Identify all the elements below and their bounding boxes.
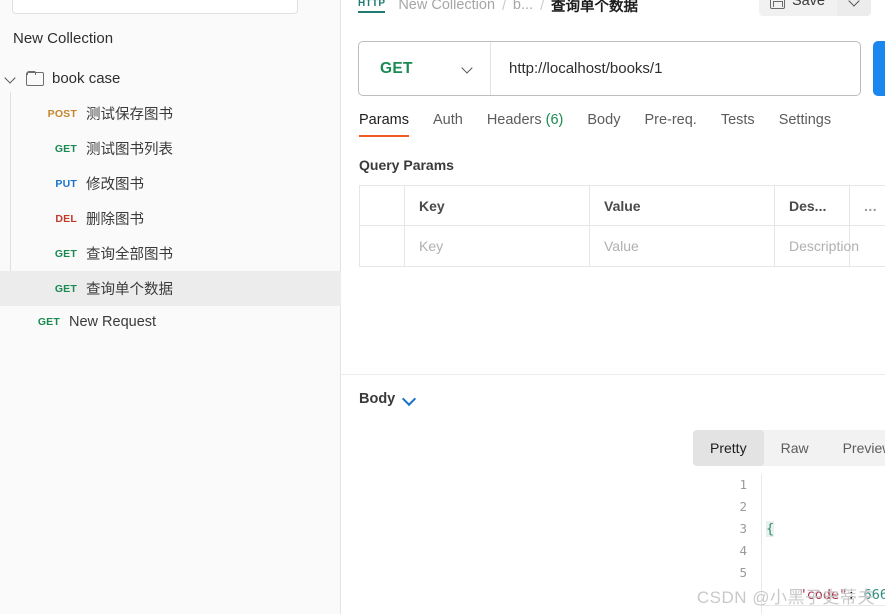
folder-row-book-case[interactable]: book case [0,64,341,92]
method-badge: DEL [55,212,77,225]
tab-headers-count: (6) [545,112,564,128]
response-status-bar: Body [341,384,885,414]
method-badge: GET [37,316,60,328]
chevron-down-icon [463,64,472,73]
list-item-new-request[interactable]: GET New Request [0,306,341,338]
request-name: 测试图书列表 [86,142,173,158]
line-number: 3 [739,521,747,536]
url-bar: GET [358,41,861,96]
main-pane: HTTP New Collection / b... / 查询单个数据 Save… [341,0,885,614]
header-cell-more[interactable]: ... [850,186,885,225]
line-number: 5 [739,565,747,580]
list-item[interactable]: DEL 删除图书 [0,201,341,236]
folder-label: book case [52,69,121,87]
postman-window: ••• New Collection book case POST 测试保存图书… [0,0,885,614]
breadcrumb: HTTP New Collection / b... / 查询单个数据 [358,0,638,16]
header-cell-value: Value [590,186,775,225]
request-name: New Request [69,314,157,330]
floppy-disk-icon [769,0,785,9]
header-cell-checkbox [360,186,405,225]
cell-checkbox[interactable] [360,226,405,266]
chevron-down-icon [850,0,859,6]
method-badge: PUT [55,177,77,190]
request-name: 测试保存图书 [86,107,173,123]
response-body-dropdown[interactable]: Body [359,391,415,407]
breadcrumb-folder[interactable]: b... [513,0,533,13]
filter-icon [41,0,57,7]
code-line-numbers: 1 2 3 4 5 [721,474,747,584]
tab-headers[interactable]: Headers (6) [487,112,564,137]
http-protocol-icon: HTTP [358,0,386,13]
line-number: 4 [739,543,747,558]
save-options-button[interactable] [837,0,871,16]
collection-title: New Collection [13,30,114,47]
list-item[interactable]: PUT 修改图书 [0,166,341,201]
tab-raw[interactable]: Raw [764,430,826,466]
list-item[interactable]: POST 测试保存图书 [0,96,341,131]
request-name: 修改图书 [86,177,144,193]
table-row[interactable]: Key Value Description [360,226,885,266]
breadcrumb-separator: / [502,0,506,13]
tab-tests[interactable]: Tests [721,112,755,137]
query-params-title: Query Params [359,157,454,173]
cell-value-input[interactable]: Value [590,226,775,266]
tab-headers-label: Headers [486,112,542,128]
list-item[interactable]: GET 测试图书列表 [0,131,341,166]
tab-preview[interactable]: Preview [826,430,885,466]
response-divider [341,374,885,375]
http-method-select[interactable]: GET [359,42,491,95]
tab-pretty[interactable]: Pretty [693,430,764,466]
watermark-text: CSDN @小黑子史蒂夫 [696,588,875,607]
response-format-tabs: Pretty Raw Preview Visualize [693,430,885,466]
cell-description-input[interactable]: Description [775,226,859,266]
tab-auth[interactable]: Auth [433,112,463,137]
request-tabs: Params Auth Headers (6) Body Pre-req. Te… [359,112,831,137]
tab-body[interactable]: Body [587,112,620,137]
chevron-down-icon[interactable] [4,72,16,84]
cell-more [850,226,885,266]
request-name: 查询全部图书 [86,247,173,263]
tab-settings[interactable]: Settings [779,112,831,137]
request-list: POST 测试保存图书 GET 测试图书列表 PUT 修改图书 DEL 删除图书… [0,96,341,306]
table-header-row: Key Value Des... ... [360,186,885,226]
cell-key-input[interactable]: Key [405,226,590,266]
chevron-down-icon [404,394,415,405]
tab-params[interactable]: Params [359,112,409,137]
list-item-selected[interactable]: GET 查询单个数据 [0,271,341,306]
sidebar-search-box[interactable] [12,0,298,14]
send-button[interactable] [873,41,885,96]
sidebar-more-menu-icon[interactable]: ••• [311,0,330,4]
http-method-value: GET [380,59,413,77]
response-body-label: Body [359,391,396,407]
header-cell-description: Des... [775,186,850,225]
request-name: 查询单个数据 [86,282,173,298]
save-button-label: Save [791,0,825,9]
method-badge: POST [47,107,77,120]
line-number: 1 [739,477,747,492]
method-badge: GET [54,247,77,260]
sidebar: ••• New Collection book case POST 测试保存图书… [0,0,341,614]
line-number: 2 [739,499,747,514]
list-item[interactable]: GET 查询全部图书 [0,236,341,271]
url-input[interactable] [491,60,860,77]
request-name: 删除图书 [86,212,144,228]
save-button[interactable]: Save [758,0,837,16]
folder-icon [26,71,44,86]
method-badge: GET [54,142,77,155]
json-open-brace: { [766,521,775,537]
header-cell-key: Key [405,186,590,225]
tab-prerequest[interactable]: Pre-req. [644,112,696,137]
breadcrumb-separator: / [540,0,544,13]
method-badge: GET [54,282,77,295]
code-line-1: { [766,518,885,540]
breadcrumb-root[interactable]: New Collection [398,0,495,13]
query-params-table: Key Value Des... ... Key Value Descripti… [359,185,885,267]
ellipsis-icon: ... [864,197,878,214]
breadcrumb-current: 查询单个数据 [550,0,638,15]
